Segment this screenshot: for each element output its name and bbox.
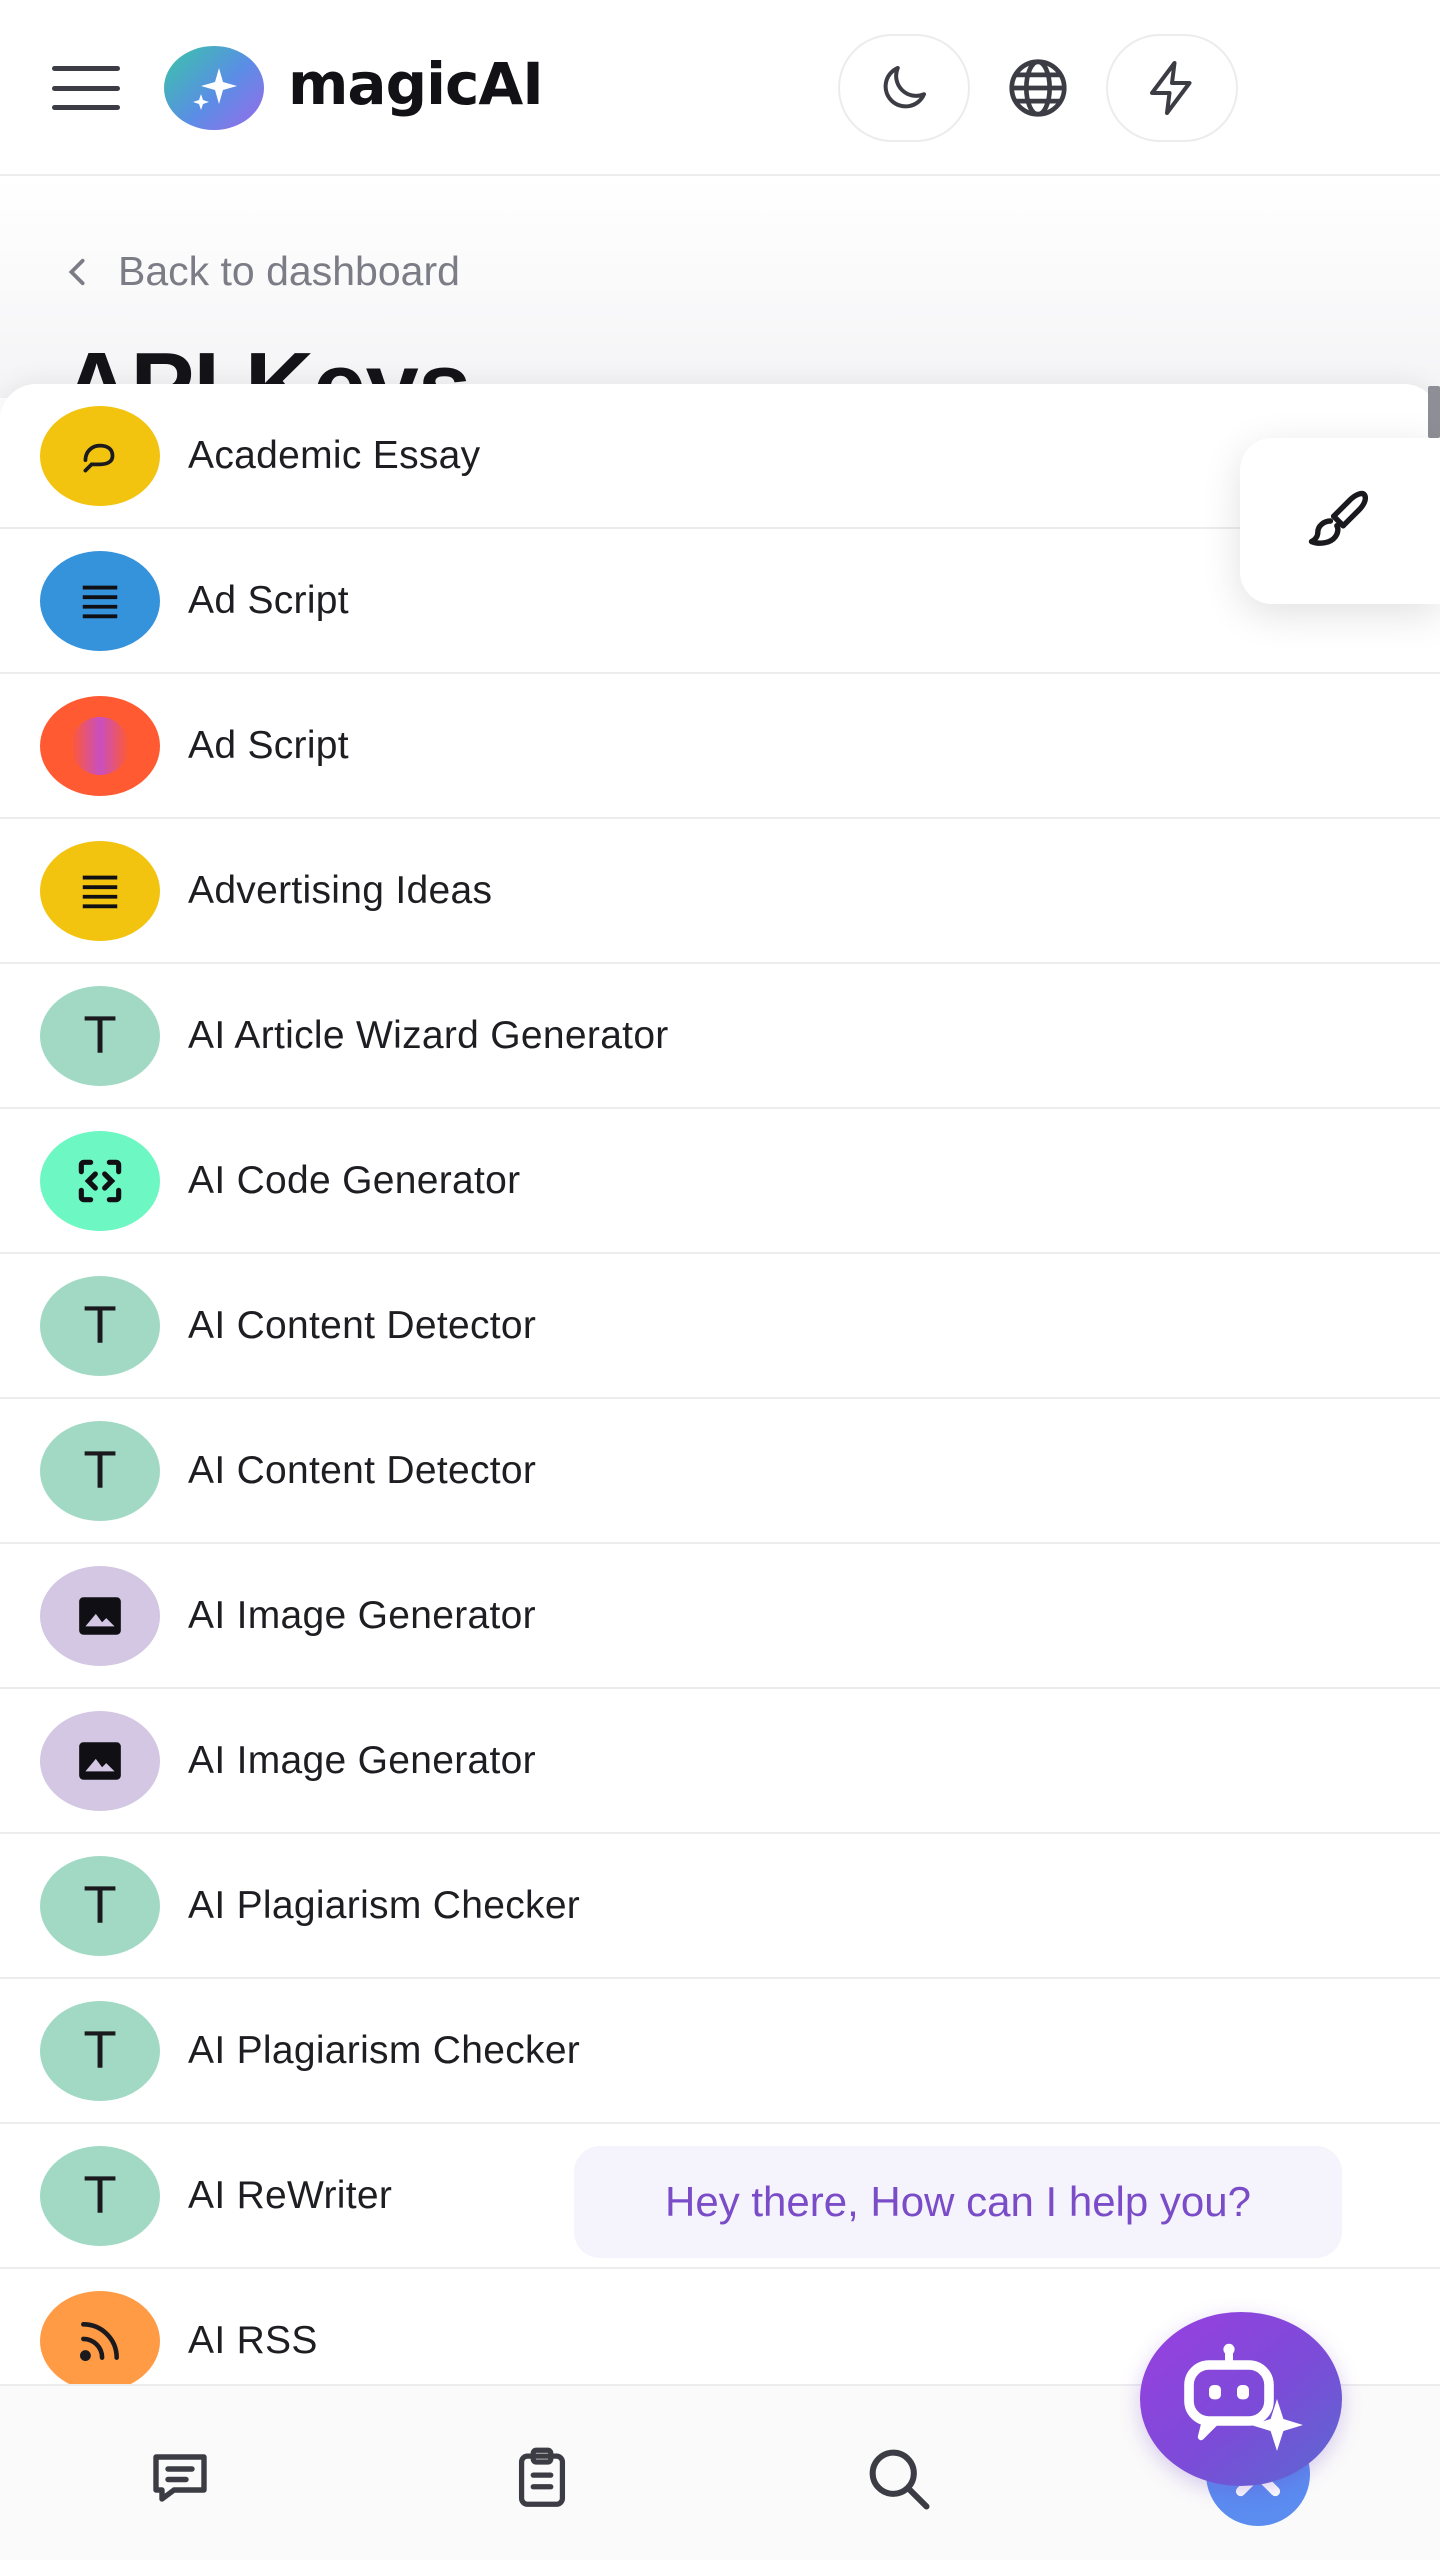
menu-icon[interactable] — [52, 66, 120, 110]
list-item[interactable]: T AI Article Wizard Generator — [0, 964, 1440, 1109]
globe-icon — [1009, 59, 1067, 117]
template-avatar: T — [40, 2145, 160, 2246]
template-avatar — [40, 1565, 160, 1666]
chat-icon — [153, 2454, 207, 2502]
list-item[interactable]: AI Image Generator — [0, 1544, 1440, 1689]
scrollbar-thumb[interactable] — [1428, 386, 1440, 438]
nav-search-button[interactable] — [858, 2438, 938, 2518]
list-item-label: AI Code Generator — [188, 1158, 521, 1202]
list-item-label: AI Article Wizard Generator — [188, 1013, 669, 1057]
list-item-label: AI Image Generator — [188, 1738, 536, 1782]
list-item-label: Ad Script — [188, 723, 349, 767]
template-avatar: T — [40, 1420, 160, 1521]
brand-name[interactable]: magicAI — [288, 50, 544, 118]
language-button[interactable] — [972, 34, 1104, 142]
chevron-left-icon — [68, 258, 85, 285]
list-item-label: AI ReWriter — [188, 2173, 393, 2217]
letter-t-icon: T — [84, 2166, 116, 2225]
template-avatar: T — [40, 1855, 160, 1956]
back-link-label: Back to dashboard — [118, 248, 460, 294]
rss-icon — [80, 2321, 119, 2361]
list-item[interactable]: Ad Script — [0, 529, 1440, 674]
back-to-dashboard-link[interactable]: Back to dashboard — [64, 248, 460, 295]
list-item[interactable]: T AI Plagiarism Checker — [0, 1834, 1440, 1979]
clipboard-icon — [518, 2447, 566, 2507]
lines-icon — [82, 585, 118, 618]
search-icon — [869, 2449, 930, 2510]
list-item[interactable]: T AI Content Detector — [0, 1254, 1440, 1399]
list-item-label: Advertising Ideas — [188, 868, 493, 912]
list-item[interactable]: Academic Essay — [0, 384, 1440, 529]
list-item-label: AI Image Generator — [188, 1593, 536, 1637]
list-item-label: AI Plagiarism Checker — [188, 2028, 581, 2072]
brush-icon — [1308, 490, 1368, 546]
template-avatar — [40, 1710, 160, 1811]
list-item[interactable]: AI Code Generator — [0, 1109, 1440, 1254]
letter-t-icon: T — [84, 1876, 116, 1935]
template-avatar — [40, 2290, 160, 2384]
template-avatar: T — [40, 1275, 160, 1376]
template-avatar — [40, 1130, 160, 1231]
template-avatar: T — [40, 985, 160, 1086]
list-item-label: AI Content Detector — [188, 1448, 537, 1492]
nav-documents-button[interactable] — [502, 2438, 582, 2518]
customize-button[interactable] — [1240, 438, 1440, 604]
template-avatar — [40, 550, 160, 651]
list-item-label: Academic Essay — [188, 433, 481, 477]
ai-assistant-button[interactable] — [1140, 2312, 1342, 2486]
lightning-icon — [1150, 61, 1192, 115]
letter-t-icon: T — [84, 1006, 116, 1065]
list-item-label: AI Plagiarism Checker — [188, 1883, 581, 1927]
list-item[interactable]: AI Image Generator — [0, 1689, 1440, 1834]
nav-chat-button[interactable] — [140, 2438, 220, 2518]
list-item[interactable]: Advertising Ideas — [0, 819, 1440, 964]
templates-sheet: Academic Essay Ad Script Ad Script Adver… — [0, 384, 1440, 2384]
template-avatar: T — [40, 2000, 160, 2101]
lines-icon — [82, 875, 118, 908]
gradient-icon — [71, 716, 129, 775]
image-icon — [79, 1596, 121, 1635]
list-item-label: Ad Script — [188, 578, 349, 622]
pen-icon — [83, 443, 115, 472]
moon-icon — [883, 66, 926, 109]
code-scan-icon — [78, 1159, 122, 1202]
top-header: magicAI — [0, 0, 1440, 176]
upgrade-button[interactable] — [1106, 34, 1238, 142]
template-avatar — [40, 405, 160, 506]
list-item[interactable]: T AI Content Detector — [0, 1399, 1440, 1544]
template-avatar — [40, 695, 160, 796]
image-icon — [79, 1741, 121, 1780]
list-item-label: AI Content Detector — [188, 1303, 537, 1347]
list-item[interactable]: T AI Plagiarism Checker — [0, 1979, 1440, 2124]
robot-icon — [1184, 2343, 1303, 2451]
logo-icon[interactable] — [164, 46, 264, 130]
chat-greeting-bubble[interactable]: Hey there, How can I help you? — [574, 2146, 1342, 2258]
letter-t-icon: T — [84, 1296, 116, 1355]
letter-t-icon: T — [84, 2021, 116, 2080]
dark-mode-button[interactable] — [838, 34, 970, 142]
template-avatar — [40, 840, 160, 941]
list-item[interactable]: Ad Script — [0, 674, 1440, 819]
letter-t-icon: T — [84, 1441, 116, 1500]
page-title: API Keys — [62, 322, 470, 384]
list-item-label: AI RSS — [188, 2318, 318, 2362]
